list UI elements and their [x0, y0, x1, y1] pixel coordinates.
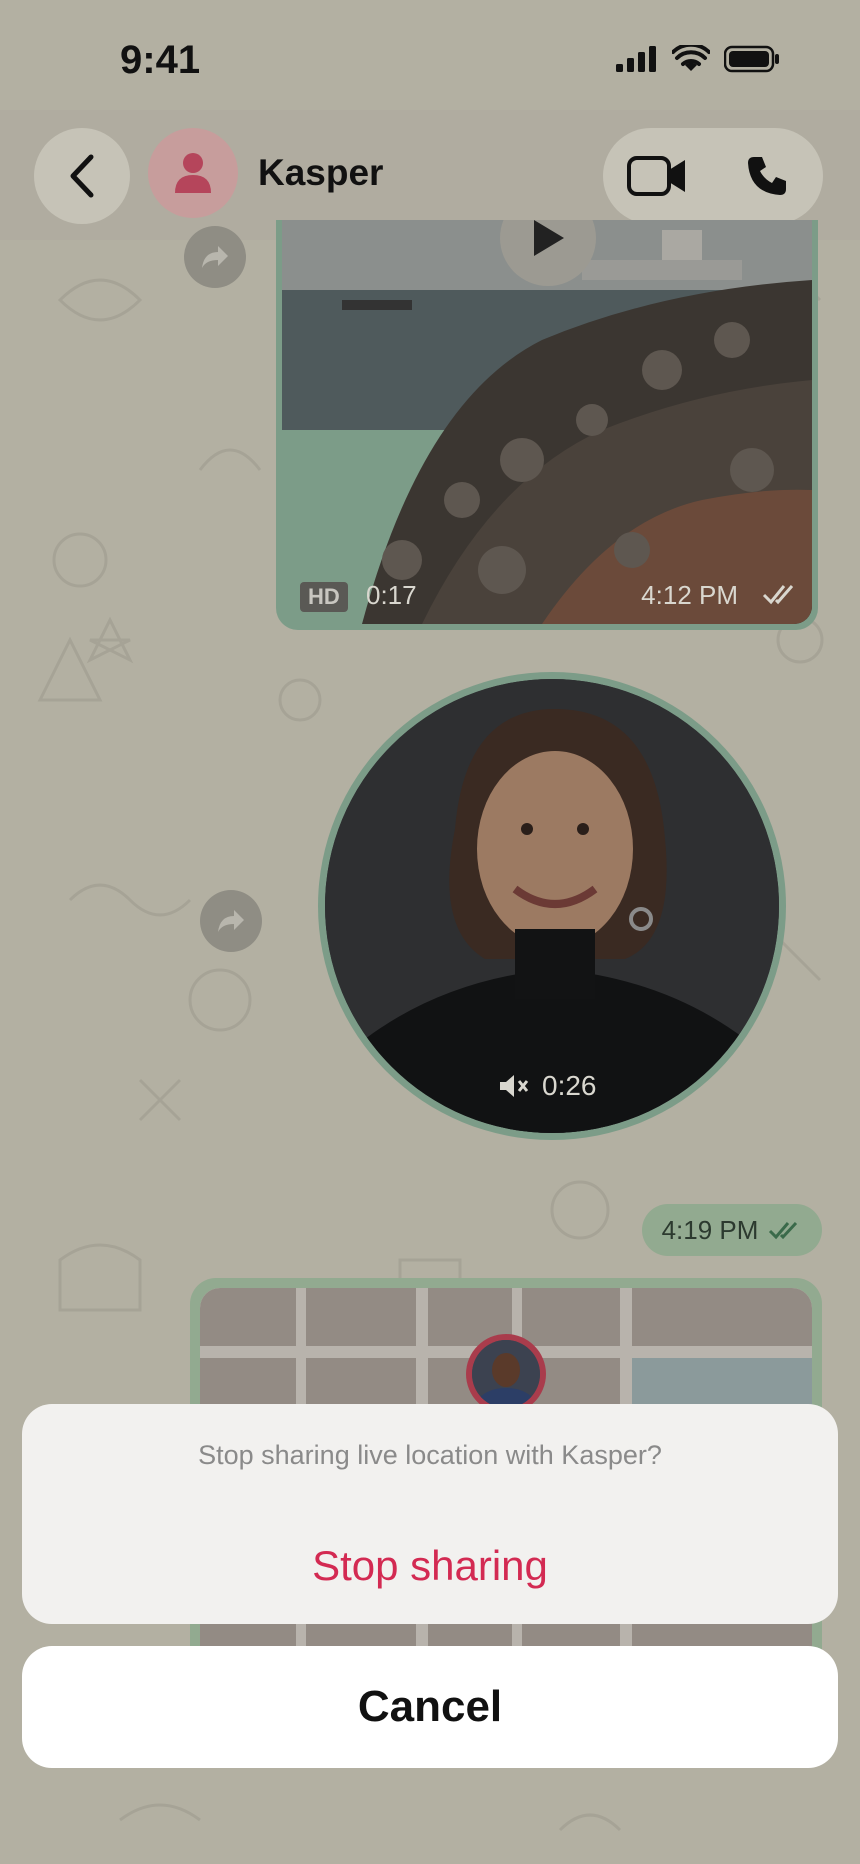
share-arrow-icon: [218, 910, 244, 932]
call-actions: [603, 128, 823, 224]
contact-name[interactable]: Kasper: [258, 152, 383, 194]
stop-sharing-button[interactable]: Stop sharing: [22, 1508, 838, 1624]
contact-avatar[interactable]: [148, 128, 238, 218]
location-time-badge: 4:19 PM: [642, 1204, 822, 1256]
double-check-icon: [769, 1221, 798, 1240]
chevron-left-icon: [70, 154, 94, 198]
contact-avatar-photo: [472, 1340, 540, 1408]
mute-icon[interactable]: [498, 1073, 530, 1099]
play-icon: [534, 220, 564, 256]
back-button[interactable]: [34, 128, 130, 224]
round-video-meta: 0:26: [498, 1070, 597, 1102]
status-bar: 9:41: [0, 0, 860, 110]
video-message[interactable]: HD 0:17 4:12 PM: [276, 220, 818, 630]
message-time: 4:19 PM: [661, 1214, 759, 1245]
video-camera-icon: [627, 156, 685, 196]
hd-badge: HD: [300, 582, 348, 612]
action-sheet-title: Stop sharing live location with Kasper?: [198, 1440, 662, 1470]
message-time: 4:12 PM: [641, 580, 738, 610]
video-duration: 0:17: [366, 580, 417, 610]
share-arrow-icon: [202, 246, 228, 268]
round-video-thumbnail: [325, 679, 779, 1133]
forward-button[interactable]: [184, 226, 246, 288]
forward-button[interactable]: [200, 890, 262, 952]
stop-sharing-action-sheet: Stop sharing live location with Kasper? …: [22, 1404, 838, 1624]
person-icon: [175, 153, 211, 193]
status-icons: [616, 44, 780, 74]
live-location-pin: [466, 1334, 546, 1414]
video-call-button[interactable]: [623, 148, 693, 204]
phone-icon: [748, 157, 786, 195]
cellular-signal-icon: [616, 46, 656, 72]
status-time: 9:41: [120, 38, 201, 82]
voice-call-button[interactable]: [737, 148, 797, 204]
round-video-message[interactable]: 0:26: [318, 672, 786, 1140]
round-video-duration: 0:26: [542, 1070, 597, 1101]
cancel-button[interactable]: Cancel: [22, 1646, 838, 1768]
wifi-icon: [672, 45, 710, 71]
battery-icon: [724, 45, 779, 73]
double-check-icon: [762, 585, 794, 605]
